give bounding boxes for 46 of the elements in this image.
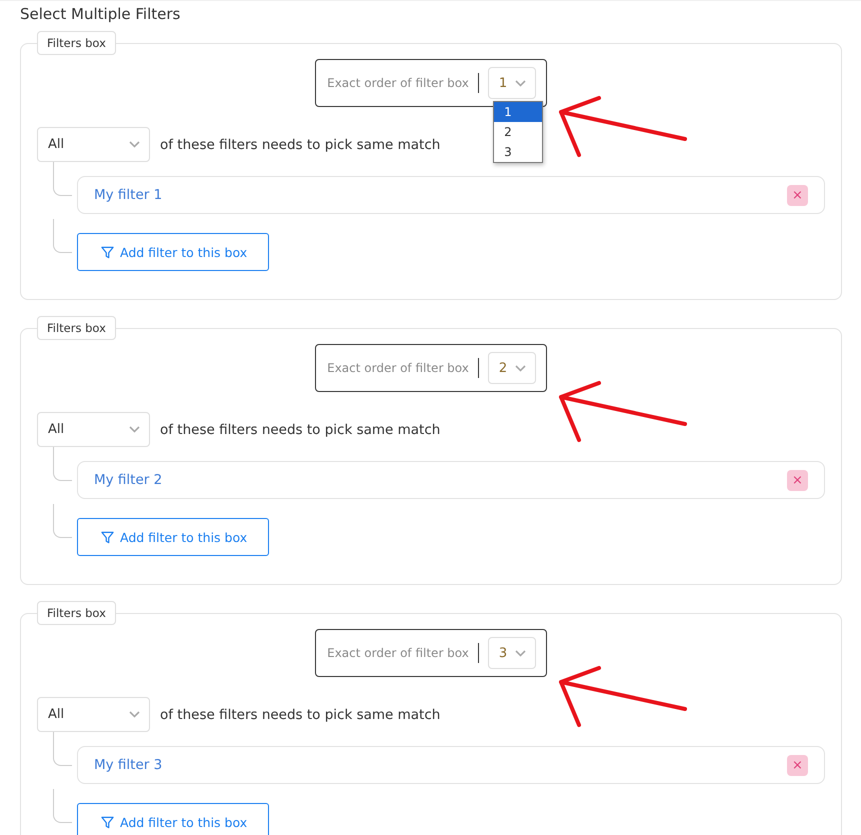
remove-button[interactable]: × xyxy=(787,470,808,490)
dropdown-option[interactable]: 2 xyxy=(494,122,542,142)
box-legend: Filters box xyxy=(37,31,116,55)
dropdown-option[interactable]: 3 xyxy=(494,142,542,162)
match-text: of these filters needs to pick same match xyxy=(160,422,440,438)
order-select[interactable]: 1 xyxy=(488,67,536,99)
filter-row[interactable]: My filter 1 × xyxy=(77,176,825,214)
dropdown-option[interactable]: 1 xyxy=(494,102,542,122)
chevron-icon xyxy=(515,650,526,656)
filter-icon xyxy=(101,530,114,544)
filter-name: My filter 1 xyxy=(94,187,162,203)
match-text: of these filters needs to pick same match xyxy=(160,706,440,722)
filter-icon xyxy=(101,246,114,258)
order-label: Exact order of filter box xyxy=(327,76,469,90)
box-legend: Filters box xyxy=(37,601,116,625)
add-filter-button[interactable]: Add filter to this box xyxy=(77,233,270,271)
chevron-icon xyxy=(129,141,140,148)
remove-button[interactable]: × xyxy=(787,184,808,206)
remove-button[interactable]: × xyxy=(787,754,808,776)
filter-row[interactable]: My filter 2 × xyxy=(77,461,825,499)
filter-name: My filter 3 xyxy=(94,757,162,773)
tree-connector xyxy=(53,162,72,196)
tree-connector xyxy=(53,504,72,538)
tree-connector xyxy=(53,219,72,253)
add-filter-button[interactable]: Add filter to this box xyxy=(77,803,270,835)
chevron-icon xyxy=(515,80,526,86)
filter-name: My filter 2 xyxy=(94,472,162,488)
order-label: Exact order of filter box xyxy=(327,646,469,660)
order-select[interactable]: 3 xyxy=(488,637,536,669)
tree-connector xyxy=(53,789,72,823)
filter-icon xyxy=(101,816,114,828)
page-title: Select Multiple Filters xyxy=(20,5,182,25)
filter-row[interactable]: My filter 3 × xyxy=(77,746,825,784)
match-select[interactable]: All xyxy=(37,697,150,732)
order-label: Exact order of filter box xyxy=(327,361,469,375)
tree-connector xyxy=(53,732,72,766)
match-select[interactable]: All xyxy=(37,412,150,447)
match-text: of these filters needs to pick same match xyxy=(160,136,440,152)
match-select[interactable]: All xyxy=(37,127,150,162)
tree-connector xyxy=(53,447,72,481)
chevron-icon xyxy=(129,426,140,433)
add-filter-button[interactable]: Add filter to this box xyxy=(77,518,270,556)
chevron-icon xyxy=(515,364,526,372)
order-select[interactable]: 2 xyxy=(488,352,536,384)
box-legend: Filters box xyxy=(37,316,116,340)
chevron-icon xyxy=(129,711,140,718)
